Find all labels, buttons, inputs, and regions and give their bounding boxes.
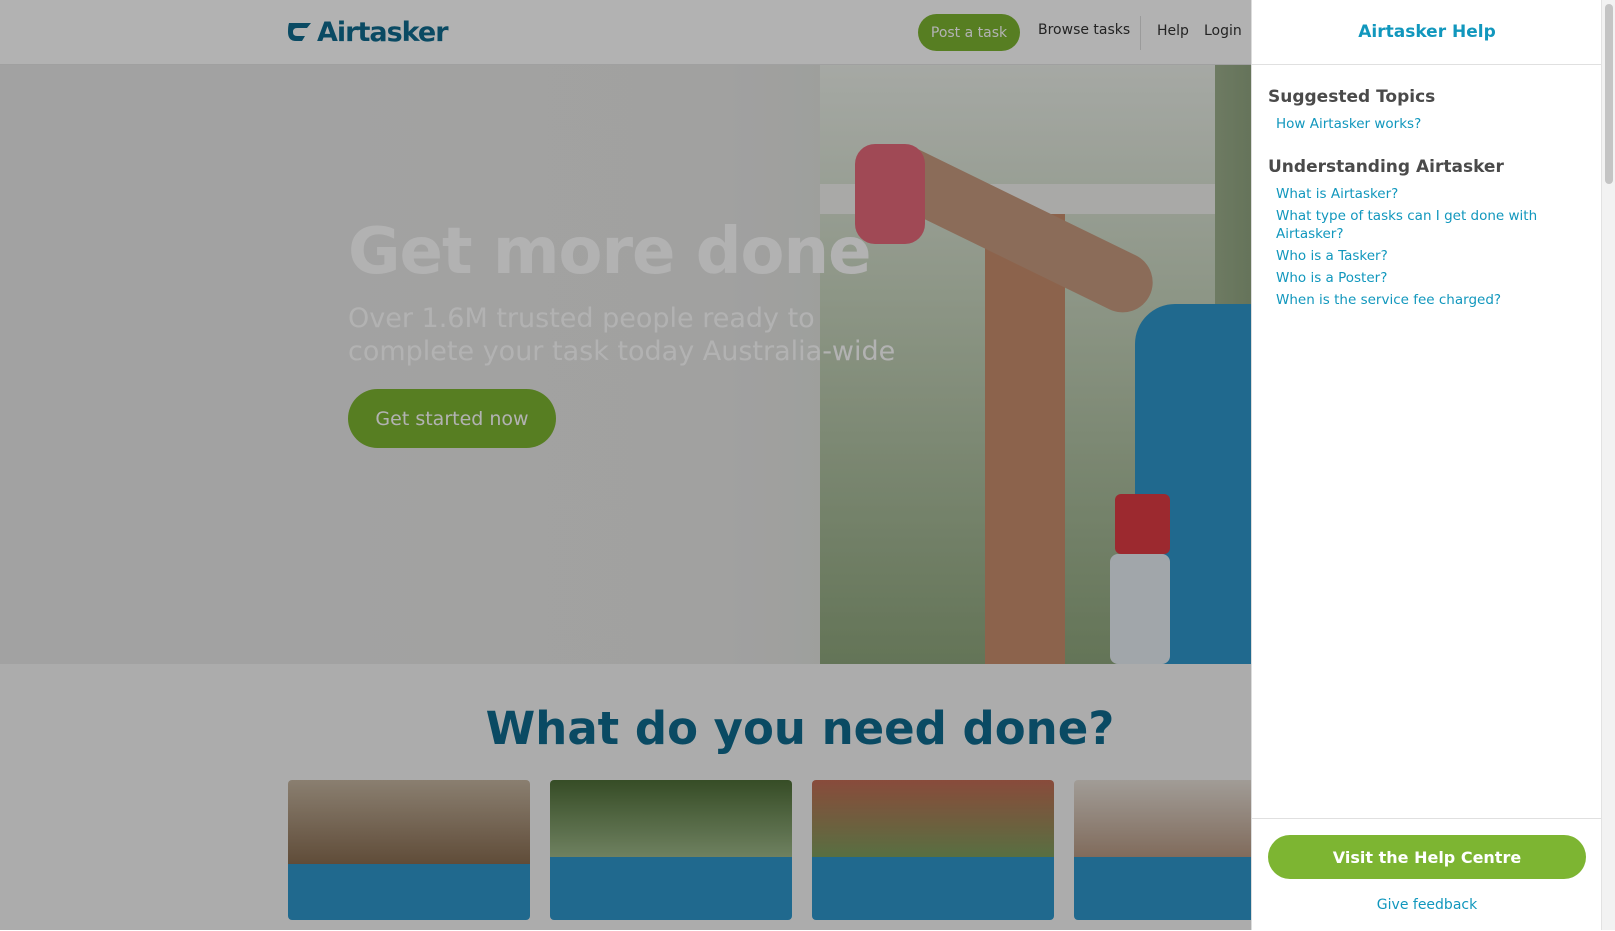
modal-backdrop[interactable]	[0, 0, 1251, 930]
topic-link[interactable]: What type of tasks can I get done with A…	[1276, 207, 1586, 243]
topic-link[interactable]: How Airtasker works?	[1276, 115, 1586, 133]
help-panel-header: Airtasker Help	[1252, 0, 1602, 65]
scrollbar-thumb[interactable]	[1605, 4, 1613, 184]
help-panel: Airtasker Help Suggested Topics How Airt…	[1251, 0, 1602, 930]
help-panel-footer: Visit the Help Centre Give feedback	[1252, 818, 1602, 931]
give-feedback-link[interactable]: Give feedback	[1252, 897, 1602, 913]
help-panel-body: Suggested Topics How Airtasker works? Un…	[1252, 65, 1602, 309]
page-scrollbar[interactable]	[1601, 0, 1615, 930]
topic-group-heading: Suggested Topics	[1268, 87, 1436, 107]
airtasker-home-page: Airtasker Post a task Browse tasks Help …	[0, 0, 1615, 930]
topic-group-understanding: Understanding Airtasker What is Airtaske…	[1268, 157, 1586, 309]
help-panel-title: Airtasker Help	[1358, 22, 1496, 42]
topic-link[interactable]: Who is a Tasker?	[1276, 247, 1586, 265]
topic-link[interactable]: Who is a Poster?	[1276, 269, 1586, 287]
topic-link[interactable]: What is Airtasker?	[1276, 185, 1586, 203]
topic-link[interactable]: When is the service fee charged?	[1276, 291, 1586, 309]
topic-group-suggested: Suggested Topics How Airtasker works?	[1268, 87, 1586, 133]
visit-help-centre-button[interactable]: Visit the Help Centre	[1268, 835, 1586, 879]
topic-group-heading: Understanding Airtasker	[1268, 157, 1504, 177]
